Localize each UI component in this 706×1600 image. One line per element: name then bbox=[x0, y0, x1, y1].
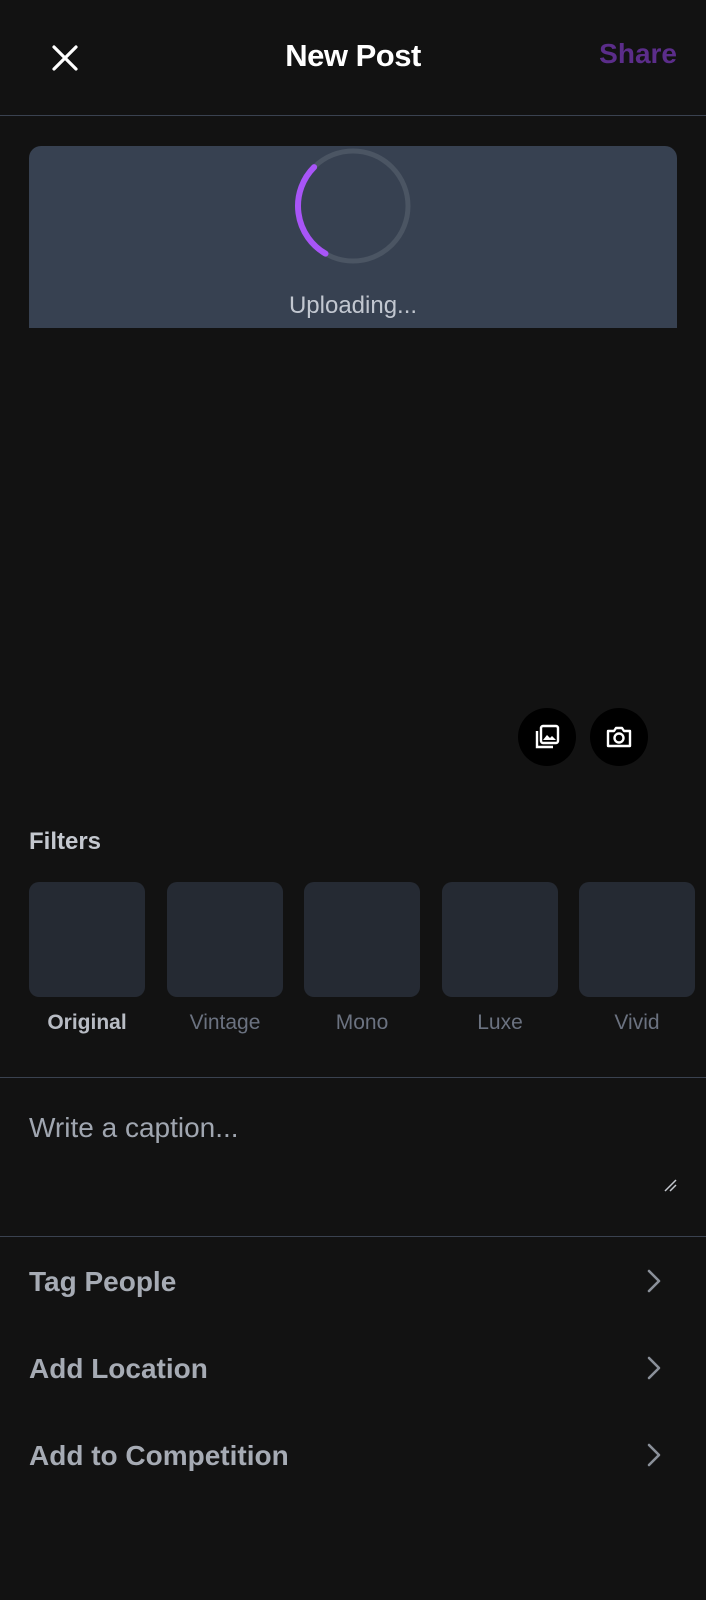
filter-label: Luxe bbox=[477, 1011, 523, 1034]
resize-handle-icon bbox=[664, 1179, 677, 1192]
filter-thumbnail bbox=[579, 882, 695, 997]
add-to-competition-row[interactable]: Add to Competition bbox=[0, 1412, 706, 1498]
upload-preview: Uploading... bbox=[29, 146, 677, 328]
chevron-right-icon bbox=[647, 1356, 661, 1380]
chevron-right-icon bbox=[647, 1443, 661, 1467]
filter-mono[interactable]: Mono bbox=[304, 882, 420, 1035]
filter-luxe[interactable]: Luxe bbox=[442, 882, 558, 1035]
filter-label: Original bbox=[47, 1011, 127, 1034]
chevron-right-icon bbox=[647, 1269, 661, 1293]
add-location-row[interactable]: Add Location bbox=[0, 1325, 706, 1411]
filter-label: Vivid bbox=[614, 1011, 660, 1034]
filter-vivid[interactable]: Vivid bbox=[579, 882, 695, 1035]
filter-label: Vintage bbox=[189, 1011, 261, 1034]
filters-heading: Filters bbox=[29, 828, 102, 855]
camera-button[interactable] bbox=[590, 708, 648, 766]
gallery-button[interactable] bbox=[518, 708, 576, 766]
gallery-icon bbox=[535, 724, 560, 749]
divider bbox=[0, 1077, 706, 1078]
upload-status-text: Uploading... bbox=[288, 292, 418, 319]
caption-input[interactable]: Write a caption... bbox=[29, 1112, 677, 1192]
top-app-bar: New Post Share bbox=[0, 0, 706, 116]
filter-original[interactable]: Original bbox=[29, 882, 145, 1035]
filter-thumbnail bbox=[29, 882, 145, 997]
loading-spinner-icon bbox=[295, 148, 411, 264]
camera-icon bbox=[606, 726, 632, 748]
row-label: Add to Competition bbox=[29, 1440, 289, 1471]
filter-thumbnail bbox=[304, 882, 420, 997]
divider bbox=[0, 1236, 706, 1237]
share-button[interactable]: Share bbox=[599, 38, 677, 70]
filter-vintage[interactable]: Vintage bbox=[167, 882, 283, 1035]
filter-thumbnail bbox=[442, 882, 558, 997]
filter-thumbnail bbox=[167, 882, 283, 997]
row-label: Add Location bbox=[29, 1353, 208, 1384]
filter-label: Mono bbox=[335, 1011, 389, 1034]
row-label: Tag People bbox=[29, 1266, 177, 1297]
tag-people-row[interactable]: Tag People bbox=[0, 1238, 706, 1324]
